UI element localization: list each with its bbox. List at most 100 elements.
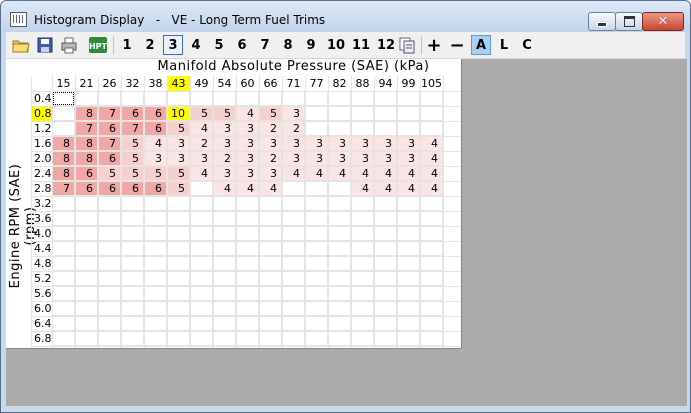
table-cell[interactable] [282, 301, 305, 316]
table-cell[interactable] [282, 256, 305, 271]
table-cell[interactable] [374, 271, 397, 286]
table-cell[interactable] [282, 196, 305, 211]
table-cell[interactable] [52, 226, 75, 241]
table-cell[interactable] [121, 196, 144, 211]
table-cell[interactable]: 4 [374, 181, 397, 196]
table-cell[interactable] [236, 301, 259, 316]
table-cell[interactable] [259, 196, 282, 211]
table-cell[interactable] [351, 226, 374, 241]
table-cell[interactable] [259, 286, 282, 301]
table-cell[interactable] [305, 106, 328, 121]
table-cell[interactable]: 2 [190, 136, 213, 151]
table-cell[interactable]: 3 [305, 136, 328, 151]
table-cell[interactable] [397, 121, 420, 136]
table-cell[interactable]: 5 [121, 136, 144, 151]
table-cell[interactable] [190, 301, 213, 316]
open-folder-icon[interactable] [12, 36, 30, 54]
table-cell[interactable] [374, 256, 397, 271]
table-cell[interactable] [167, 256, 190, 271]
table-cell[interactable] [98, 316, 121, 331]
table-cell[interactable]: 3 [213, 136, 236, 151]
mode-l-button[interactable]: L [494, 35, 514, 55]
histogram-3-button[interactable]: 3 [163, 35, 183, 55]
table-cell[interactable]: 4 [374, 166, 397, 181]
table-cell[interactable] [213, 91, 236, 106]
table-cell[interactable] [351, 256, 374, 271]
table-cell[interactable]: 3 [397, 151, 420, 166]
table-cell[interactable]: 2 [259, 121, 282, 136]
table-cell[interactable] [420, 271, 443, 286]
table-cell[interactable] [98, 211, 121, 226]
table-cell[interactable]: 6 [121, 106, 144, 121]
table-cell[interactable] [236, 226, 259, 241]
table-cell[interactable] [167, 241, 190, 256]
table-cell[interactable] [75, 211, 98, 226]
table-cell[interactable] [236, 241, 259, 256]
table-cell[interactable] [374, 286, 397, 301]
table-cell[interactable] [351, 331, 374, 346]
histogram-2-button[interactable]: 2 [140, 35, 160, 55]
table-cell[interactable] [75, 316, 98, 331]
table-cell[interactable] [305, 316, 328, 331]
table-cell[interactable] [190, 316, 213, 331]
table-cell[interactable] [167, 211, 190, 226]
table-cell[interactable] [420, 121, 443, 136]
table-cell[interactable] [420, 211, 443, 226]
table-cell[interactable] [328, 106, 351, 121]
table-cell[interactable] [305, 286, 328, 301]
table-cell[interactable]: 2 [259, 151, 282, 166]
table-cell[interactable] [121, 331, 144, 346]
table-cell[interactable]: 8 [75, 136, 98, 151]
table-cell[interactable]: 6 [121, 181, 144, 196]
table-cell[interactable]: 4 [190, 166, 213, 181]
table-cell[interactable] [397, 256, 420, 271]
table-cell[interactable] [328, 316, 351, 331]
table-cell[interactable]: 3 [374, 151, 397, 166]
table-cell[interactable] [98, 286, 121, 301]
table-cell[interactable]: 4 [236, 106, 259, 121]
table-cell[interactable] [374, 331, 397, 346]
table-cell[interactable]: 5 [167, 181, 190, 196]
table-cell[interactable] [351, 91, 374, 106]
table-cell[interactable] [259, 256, 282, 271]
table-cell[interactable]: 5 [167, 121, 190, 136]
table-cell[interactable] [75, 331, 98, 346]
table-cell[interactable] [190, 226, 213, 241]
table-cell[interactable]: 7 [75, 121, 98, 136]
table-cell[interactable]: 3 [282, 151, 305, 166]
table-cell[interactable] [397, 301, 420, 316]
table-cell[interactable]: 4 [351, 166, 374, 181]
table-cell[interactable] [213, 196, 236, 211]
table-cell[interactable] [305, 331, 328, 346]
table-cell[interactable] [282, 331, 305, 346]
table-cell[interactable] [397, 226, 420, 241]
histogram-10-button[interactable]: 10 [324, 35, 348, 55]
table-cell[interactable] [75, 286, 98, 301]
table-cell[interactable]: 3 [236, 121, 259, 136]
table-cell[interactable] [144, 301, 167, 316]
table-cell[interactable]: 8 [75, 151, 98, 166]
save-disk-icon[interactable] [36, 36, 54, 54]
close-button[interactable]: ✕ [642, 12, 684, 31]
table-cell[interactable] [52, 91, 75, 106]
table-cell[interactable] [98, 241, 121, 256]
table-cell[interactable] [397, 286, 420, 301]
table-cell[interactable] [144, 211, 167, 226]
table-cell[interactable]: 3 [397, 136, 420, 151]
table-cell[interactable] [167, 196, 190, 211]
table-cell[interactable] [282, 181, 305, 196]
table-cell[interactable] [374, 91, 397, 106]
table-cell[interactable] [374, 121, 397, 136]
table-cell[interactable]: 3 [236, 166, 259, 181]
maximize-button[interactable] [615, 12, 643, 31]
table-cell[interactable] [259, 331, 282, 346]
mode-c-button[interactable]: C [517, 35, 537, 55]
table-cell[interactable] [397, 196, 420, 211]
table-cell[interactable] [213, 286, 236, 301]
table-cell[interactable] [121, 91, 144, 106]
table-cell[interactable] [420, 256, 443, 271]
table-cell[interactable] [305, 256, 328, 271]
table-cell[interactable]: 4 [420, 166, 443, 181]
table-cell[interactable]: 4 [397, 166, 420, 181]
table-cell[interactable] [144, 196, 167, 211]
